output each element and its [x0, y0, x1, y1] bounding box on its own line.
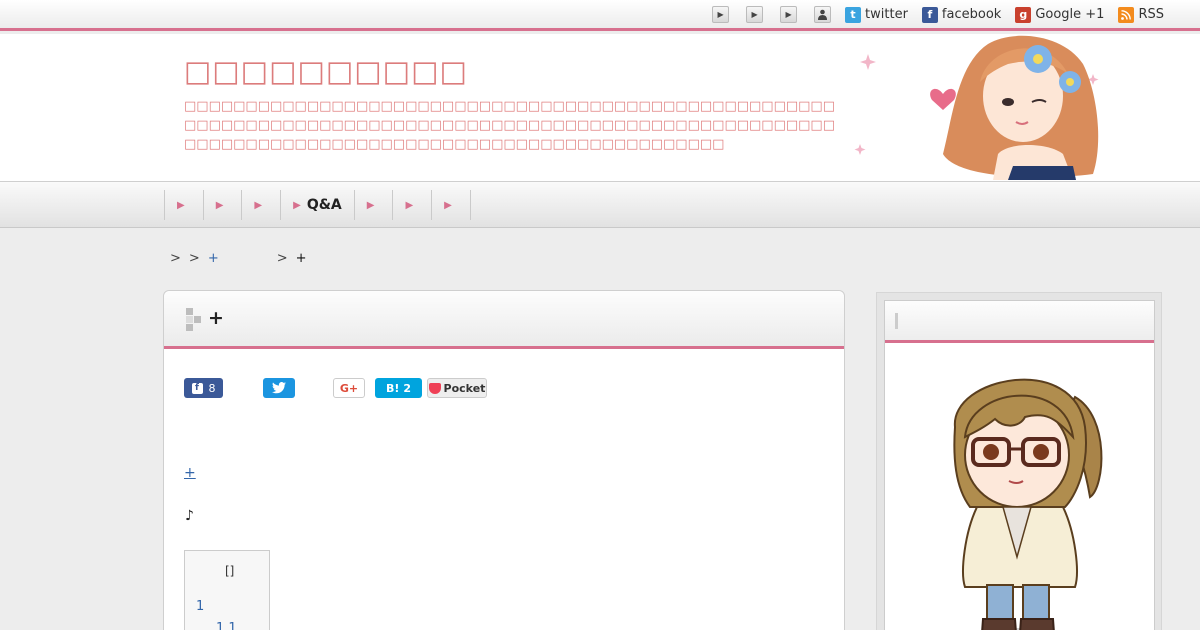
facebook-share-count: 8 — [208, 381, 216, 395]
facebook-icon: f — [921, 6, 938, 23]
article-card: + f 8 G+ B! 2 Pocket + ♪ [] 1 1.1 — [163, 290, 845, 630]
google-plus-link[interactable]: g Google +1 — [1015, 6, 1105, 23]
entry-note: ♪ — [185, 508, 194, 524]
toc-item[interactable]: 1.1 — [216, 621, 237, 630]
nav-item-5[interactable]: ▶ — [355, 190, 394, 220]
facebook-label: facebook — [941, 7, 1002, 22]
nav-item-1[interactable]: ▶ — [165, 190, 204, 220]
title-bullet-icon — [186, 308, 202, 332]
nav-arrow-icon: ▶ — [366, 199, 375, 211]
nav-item-qa[interactable]: ▶ Q&A — [281, 190, 355, 220]
site-description: □□□□□□□□□□□□□□□□□□□□□□□□□□□□□□□□□□□□□□□□… — [184, 99, 835, 152]
google-plus-share-button[interactable]: G+ — [333, 378, 365, 398]
breadcrumb-current: + — [295, 251, 307, 266]
twitter-link[interactable]: t twitter — [845, 6, 908, 23]
twitter-label: twitter — [865, 7, 908, 22]
nav-item-6[interactable]: ▶ — [393, 190, 433, 220]
breadcrumb: > > + > + — [170, 251, 315, 266]
rss-link[interactable]: RSS — [1118, 6, 1164, 23]
facebook-share-button[interactable]: f 8 — [184, 378, 223, 398]
google-plus-icon: G+ — [339, 381, 359, 395]
user-icon — [818, 9, 828, 20]
nav-items: ▶ ▶ ▶ ▶ Q&A ▶ ▶ ▶ — [164, 190, 471, 220]
site-header: □□□□□□□□□□ □□□□□□□□□□□□□□□□□□□□□□□□□□□□□… — [0, 34, 1200, 182]
toc-title[interactable]: [] — [225, 564, 234, 578]
pocket-icon — [428, 382, 441, 394]
main-nav: ▶ ▶ ▶ ▶ Q&A ▶ ▶ ▶ — [0, 182, 1200, 228]
nav-item-7[interactable]: ▶ — [432, 190, 471, 220]
profile-avatar — [953, 378, 1103, 630]
rss-icon — [1118, 6, 1135, 23]
header-illustration — [854, 35, 1099, 180]
nav-arrow-icon: ▶ — [215, 199, 224, 211]
breadcrumb-separator: > — [188, 251, 200, 266]
nav-arrow-icon: ▶ — [293, 199, 301, 211]
hatena-bookmark-count: 2 — [403, 381, 412, 395]
site-title[interactable]: □□□□□□□□□□ — [184, 54, 468, 88]
hatena-bookmark-button[interactable]: B! 2 — [375, 378, 422, 398]
nav-arrow-icon: ▶ — [444, 199, 452, 211]
play-button-1[interactable]: ▶ — [712, 6, 730, 23]
top-bar: ▶ ▶ ▶ t twitter f facebook g Google +1 R… — [0, 0, 1200, 31]
profile-button[interactable] — [814, 6, 832, 23]
article-title: + — [208, 307, 224, 329]
pocket-label: Pocket — [443, 381, 486, 395]
sidebar-profile-widget — [884, 300, 1155, 630]
google-plus-label: Google +1 — [1035, 7, 1105, 22]
nav-item-3[interactable]: ▶ — [242, 190, 282, 220]
twitter-share-button[interactable] — [263, 378, 295, 398]
breadcrumb-separator: > — [170, 251, 181, 266]
table-of-contents: [] 1 1.1 — [184, 550, 270, 630]
breadcrumb-separator: > — [276, 251, 288, 266]
google-plus-icon: g — [1015, 6, 1032, 23]
facebook-link[interactable]: f facebook — [921, 6, 1002, 23]
nav-arrow-icon: ▶ — [254, 199, 263, 211]
breadcrumb-link[interactable]: + — [208, 251, 219, 266]
play-button-3[interactable]: ▶ — [780, 6, 798, 23]
share-buttons: f 8 G+ B! 2 Pocket — [184, 378, 487, 398]
play-button-2[interactable]: ▶ — [746, 6, 764, 23]
sidebar-header-bar — [895, 313, 898, 329]
toc-item[interactable]: 1 — [196, 599, 204, 614]
pocket-button[interactable]: Pocket — [427, 378, 487, 398]
nav-arrow-icon: ▶ — [405, 199, 414, 211]
article-header: + — [164, 291, 844, 349]
rss-label: RSS — [1138, 7, 1164, 22]
facebook-icon: f — [191, 382, 203, 394]
hatena-bookmark-icon: B! — [385, 381, 400, 395]
sidebar-widget-header — [885, 301, 1154, 343]
top-bar-links: ▶ ▶ ▶ t twitter f facebook g Google +1 R… — [695, 0, 1164, 29]
nav-item-2[interactable]: ▶ — [204, 190, 243, 220]
twitter-bird-icon — [272, 382, 286, 394]
entry-link[interactable]: + — [184, 465, 246, 481]
nav-arrow-icon: ▶ — [177, 199, 185, 211]
twitter-icon: t — [845, 6, 862, 23]
nav-item-label: Q&A — [306, 197, 342, 213]
